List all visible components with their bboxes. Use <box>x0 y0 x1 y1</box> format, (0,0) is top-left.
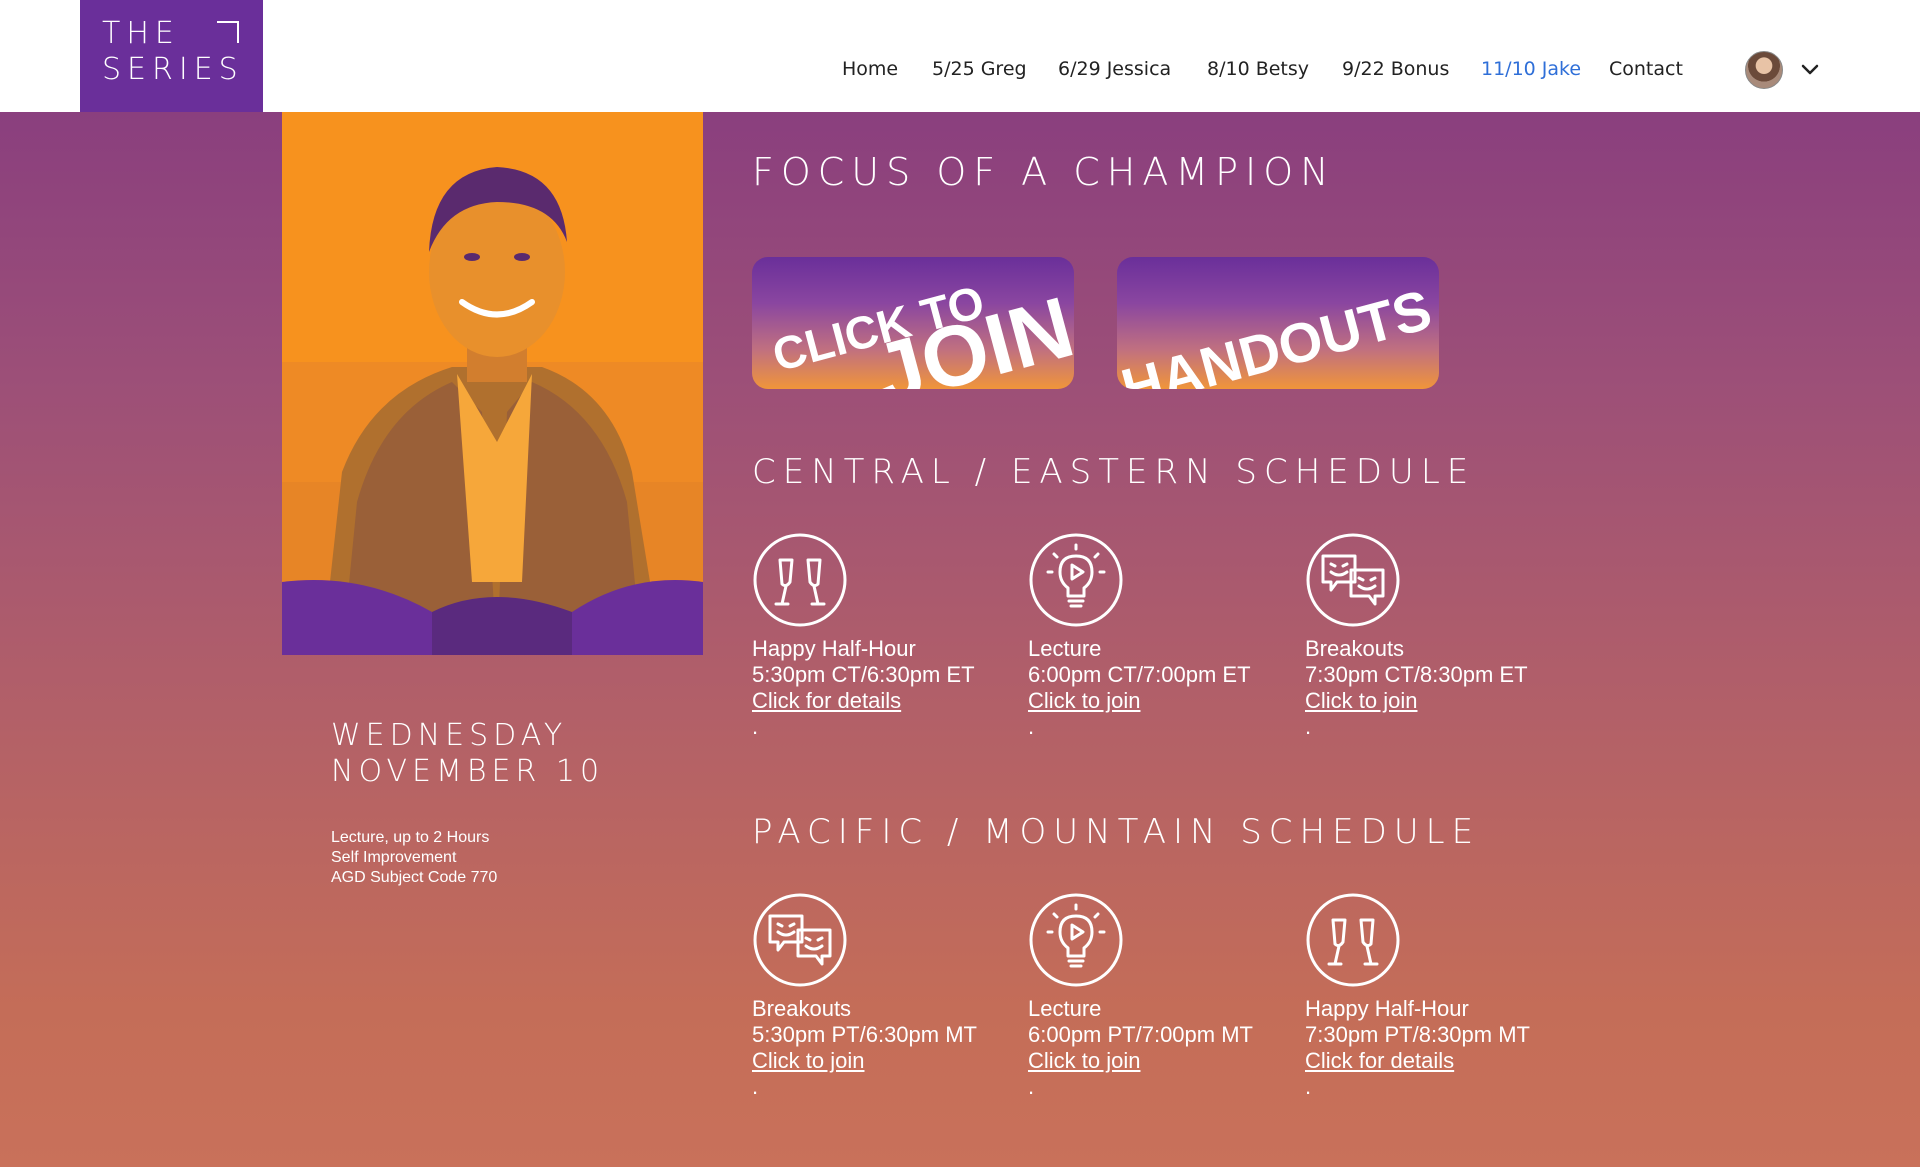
event-info-line: Self Improvement <box>331 849 457 866</box>
nav-item-home[interactable]: Home <box>842 58 898 80</box>
speaker-portrait-image <box>282 112 703 655</box>
lightbulb-play-icon <box>1029 533 1123 627</box>
champagne-icon <box>753 533 847 627</box>
schedule-item-time: 7:30pm PT/8:30pm MT <box>1305 1022 1530 1047</box>
schedule-item-time: 6:00pm PT/7:00pm MT <box>1028 1022 1253 1047</box>
event-info: Lecture, up to 2 Hours Self Improvement … <box>331 828 497 888</box>
handouts-button-label: HANDOUTS <box>1117 277 1438 389</box>
schedule-item-name: Happy Half-Hour <box>752 636 916 661</box>
join-link[interactable]: Click to join <box>1305 688 1528 714</box>
nav-item-contact[interactable]: Contact <box>1609 58 1683 80</box>
event-main-section: WEDNESDAY NOVEMBER 10 Lecture, up to 2 H… <box>0 112 1920 1167</box>
central-eastern-schedule-title: CENTRAL / EASTERN SCHEDULE <box>752 452 1476 492</box>
nav-item-jake[interactable]: 11/10 Jake <box>1481 58 1581 80</box>
schedule-item-name: Lecture <box>1028 636 1102 661</box>
details-link[interactable]: Click for details <box>752 688 975 714</box>
nav-item-jessica[interactable]: 6/29 Jessica <box>1058 58 1171 80</box>
schedule-item-time: 5:30pm PT/6:30pm MT <box>752 1022 977 1047</box>
champagne-icon <box>1306 893 1400 987</box>
schedule-item-name: Lecture <box>1028 996 1102 1021</box>
event-day: WEDNESDAY <box>331 718 568 753</box>
lightbulb-play-icon <box>1029 893 1123 987</box>
site-header: THE SERIES Home 5/25 Greg 6/29 Jessica 8… <box>0 0 1920 112</box>
join-link[interactable]: Click to join <box>1028 1048 1253 1074</box>
schedule-item-name: Breakouts <box>1305 636 1405 661</box>
event-info-line: Lecture, up to 2 Hours <box>331 829 490 846</box>
schedule-item-name: Breakouts <box>752 996 852 1021</box>
chat-faces-icon <box>1306 533 1400 627</box>
chat-faces-icon <box>753 893 847 987</box>
schedule-item-time: 7:30pm CT/8:30pm ET <box>1305 662 1528 687</box>
event-title: FOCUS OF A CHAMPION <box>752 150 1336 194</box>
join-link[interactable]: Click to join <box>1028 688 1251 714</box>
chevron-down-icon[interactable] <box>1800 59 1820 79</box>
schedule-item-time: 5:30pm CT/6:30pm ET <box>752 662 975 687</box>
user-avatar[interactable] <box>1745 51 1783 89</box>
nav-item-betsy[interactable]: 8/10 Betsy <box>1207 58 1309 80</box>
event-date-text: NOVEMBER 10 <box>331 754 605 789</box>
schedule-item-time: 6:00pm CT/7:00pm ET <box>1028 662 1251 687</box>
click-to-join-button[interactable]: CLICK TO JOIN <box>752 257 1074 389</box>
nav-item-greg[interactable]: 5/25 Greg <box>932 58 1027 80</box>
speaker-photo <box>282 112 703 655</box>
event-info-line: AGD Subject Code 770 <box>331 869 498 886</box>
details-link[interactable]: Click for details <box>1305 1048 1530 1074</box>
join-link[interactable]: Click to join <box>752 1048 977 1074</box>
schedule-item-name: Happy Half-Hour <box>1305 996 1469 1021</box>
event-date: WEDNESDAY NOVEMBER 10 <box>331 718 604 790</box>
handouts-button[interactable]: HANDOUTS <box>1117 257 1439 389</box>
pacific-mountain-schedule-title: PACIFIC / MOUNTAIN SCHEDULE <box>752 812 1481 852</box>
nav-item-bonus[interactable]: 9/22 Bonus <box>1342 58 1449 80</box>
main-nav: Home 5/25 Greg 6/29 Jessica 8/10 Betsy 9… <box>0 0 1920 112</box>
